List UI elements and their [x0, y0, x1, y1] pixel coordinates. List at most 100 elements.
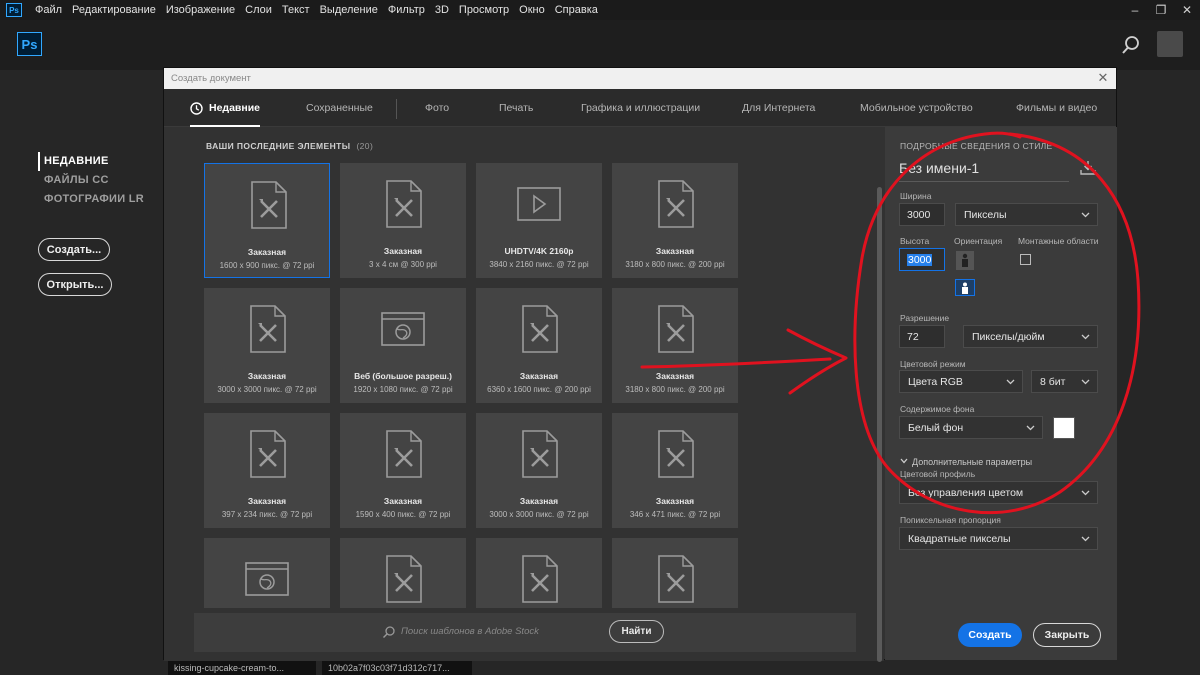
preset-card[interactable]: Заказная 3000 x 3000 пикс. @ 72 ppi: [476, 413, 602, 528]
avatar[interactable]: [1157, 31, 1183, 57]
nav-lr-photos[interactable]: ФОТОГРАФИИ LR: [38, 190, 144, 209]
nav-recent[interactable]: НЕДАВНИЕ: [38, 152, 144, 171]
recent-file-item[interactable]: kissing-cupcake-cream-to...: [168, 660, 316, 675]
preset-card[interactable]: Заказная 3000 x 3000 пикс. @ 72 ppi: [204, 288, 330, 403]
preset-card[interactable]: Заказная 3 x 4 см @ 300 ppi: [340, 163, 466, 278]
preset-card[interactable]: UHDTV/4K 2160p 3840 x 2160 пикс. @ 72 ppi: [476, 163, 602, 278]
home-nav: НЕДАВНИЕ ФАЙЛЫ CC ФОТОГРАФИИ LR: [38, 152, 144, 209]
recent-file-item[interactable]: 10b02a7f03c03f71d312c717...: [322, 660, 472, 675]
preset-card[interactable]: Заказная 397 x 234 пикс. @ 72 ppi: [204, 413, 330, 528]
preset-card[interactable]: [204, 538, 330, 608]
tab-saved[interactable]: Сохраненные: [306, 89, 373, 127]
menu-view[interactable]: Просмотр: [454, 4, 514, 16]
color-mode-select[interactable]: Цвета RGB: [899, 370, 1023, 393]
presets-scrollbar[interactable]: [877, 187, 882, 662]
bit-depth-select[interactable]: 8 бит: [1031, 370, 1098, 393]
height-input[interactable]: 3000: [899, 248, 945, 271]
document-icon: [386, 555, 422, 603]
background-color-swatch[interactable]: [1053, 417, 1075, 439]
tab-art-illustration[interactable]: Графика и иллюстрации: [581, 89, 700, 127]
preset-dimensions: 3000 x 3000 пикс. @ 72 ppi: [489, 510, 589, 519]
color-profile-label: Цветовой профиль: [900, 469, 976, 479]
nav-cc-files[interactable]: ФАЙЛЫ CC: [38, 171, 144, 190]
open-button[interactable]: Открыть...: [38, 273, 112, 296]
restore-icon[interactable]: ❐: [1148, 0, 1174, 20]
create-new-button[interactable]: Создать...: [38, 238, 110, 261]
landscape-person-icon: [962, 282, 968, 294]
search-icon[interactable]: [1120, 34, 1142, 56]
preset-name: Заказная: [247, 371, 287, 381]
minimize-icon[interactable]: –: [1122, 0, 1148, 20]
menu-file[interactable]: Файл: [30, 4, 67, 16]
stock-find-button[interactable]: Найти: [609, 620, 664, 643]
dialog-close-icon[interactable]: ✕: [1096, 71, 1110, 85]
tab-web[interactable]: Для Интернета: [742, 89, 815, 127]
document-icon: [658, 305, 694, 353]
web-icon: [381, 312, 425, 346]
background-value: Белый фон: [908, 421, 964, 434]
resolution-unit-select[interactable]: Пикселы/дюйм: [963, 325, 1098, 348]
preset-name: Заказная: [655, 371, 695, 381]
tab-print[interactable]: Печать: [499, 89, 533, 127]
preset-card[interactable]: Заказная 3180 x 800 пикс. @ 200 ppi: [612, 288, 738, 403]
save-preset-icon[interactable]: [1079, 160, 1097, 176]
menu-select[interactable]: Выделение: [315, 4, 383, 16]
photoshop-logo: Ps: [17, 32, 42, 56]
landscape-orientation-button[interactable]: [955, 279, 975, 296]
stock-search-input[interactable]: Поиск шаблонов в Adobe Stock: [401, 626, 539, 637]
preset-dimensions: 3180 x 800 пикс. @ 200 ppi: [625, 260, 725, 269]
preset-grid: Заказная 1600 x 900 пикс. @ 72 ppi Заказна…: [204, 163, 744, 608]
document-icon: [250, 305, 286, 353]
close-button[interactable]: Закрыть: [1033, 623, 1101, 647]
document-icon: [522, 305, 558, 353]
menu-edit[interactable]: Редактирование: [67, 4, 161, 16]
pixel-aspect-select[interactable]: Квадратные пикселы: [899, 527, 1098, 550]
document-icon: [250, 430, 286, 478]
resolution-input[interactable]: 72: [899, 325, 945, 348]
width-input[interactable]: 3000: [899, 203, 945, 226]
recent-heading: ВАШИ ПОСЛЕДНИЕ ЭЛЕМЕНТЫ (20): [206, 141, 373, 151]
background-label: Содержимое фона: [900, 404, 975, 414]
preset-card[interactable]: Заказная 1590 x 400 пикс. @ 72 ppi: [340, 413, 466, 528]
preset-card[interactable]: Заказная 346 x 471 пикс. @ 72 ppi: [612, 413, 738, 528]
background-select[interactable]: Белый фон: [899, 416, 1043, 439]
width-unit-select[interactable]: Пикселы: [955, 203, 1098, 226]
color-profile-select[interactable]: Без управления цветом: [899, 481, 1098, 504]
tab-mobile[interactable]: Мобильное устройство: [860, 89, 973, 127]
preset-card[interactable]: Веб (большое разреш.) 1920 x 1080 пикс. @…: [340, 288, 466, 403]
preset-card[interactable]: [476, 538, 602, 608]
menu-layers[interactable]: Слои: [240, 4, 277, 16]
menu-3d[interactable]: 3D: [430, 4, 454, 16]
menu-type[interactable]: Текст: [277, 4, 315, 16]
presets-area: ВАШИ ПОСЛЕДНИЕ ЭЛЕМЕНТЫ (20) Заказная 1600…: [164, 127, 884, 662]
tab-photo[interactable]: Фото: [425, 89, 449, 127]
menu-image[interactable]: Изображение: [161, 4, 240, 16]
web-icon: [245, 562, 289, 596]
preset-dimensions: 346 x 471 пикс. @ 72 ppi: [629, 510, 721, 519]
create-button[interactable]: Создать: [958, 623, 1022, 647]
preset-tabs: Недавние Сохраненные Фото Печать Графика…: [164, 89, 1116, 127]
preset-card[interactable]: Заказная 3180 x 800 пикс. @ 200 ppi: [612, 163, 738, 278]
tab-film-video[interactable]: Фильмы и видео: [1016, 89, 1097, 127]
advanced-options-toggle[interactable]: Дополнительные параметры: [900, 457, 1032, 467]
menu-help[interactable]: Справка: [550, 4, 603, 16]
pixel-aspect-value: Квадратные пикселы: [908, 532, 1011, 545]
preset-name: Веб (большое разреш.): [354, 371, 452, 381]
preset-card[interactable]: Заказная 1600 x 900 пикс. @ 72 ppi: [204, 163, 330, 278]
document-icon: [386, 180, 422, 228]
menu-window[interactable]: Окно: [514, 4, 550, 16]
recent-heading-text: ВАШИ ПОСЛЕДНИЕ ЭЛЕМЕНТЫ: [206, 141, 351, 151]
close-icon[interactable]: ✕: [1174, 0, 1200, 20]
portrait-orientation-button[interactable]: [956, 251, 974, 270]
preset-dimensions: 1590 x 400 пикс. @ 72 ppi: [355, 510, 451, 519]
preset-card[interactable]: [612, 538, 738, 608]
orientation-label: Ориентация: [954, 236, 1003, 246]
menu-filter[interactable]: Фильтр: [383, 4, 430, 16]
chevron-down-icon: [1081, 490, 1090, 496]
preset-card[interactable]: Заказная 6360 x 1600 пикс. @ 200 ppi: [476, 288, 602, 403]
preset-card[interactable]: [340, 538, 466, 608]
tab-recent[interactable]: Недавние: [190, 89, 261, 127]
preset-dimensions: 3 x 4 см @ 300 ppi: [369, 260, 437, 269]
document-name-field[interactable]: Без имени-1: [899, 160, 1069, 182]
artboards-checkbox[interactable]: [1020, 254, 1031, 265]
